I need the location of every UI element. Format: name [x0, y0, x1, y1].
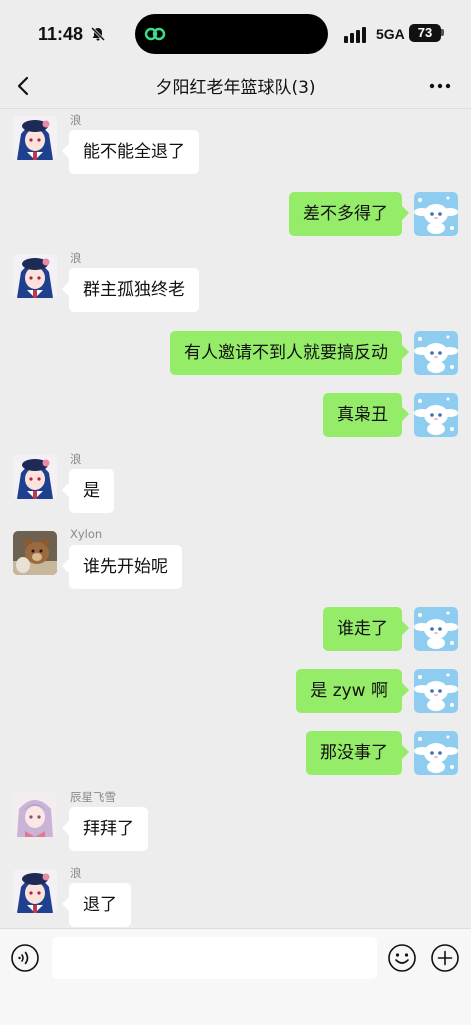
status-time: 11:48	[38, 24, 84, 44]
avatar[interactable]	[13, 531, 57, 575]
message-bubble[interactable]: 真枭丑	[323, 393, 402, 437]
sender-name: Xylon	[70, 527, 103, 541]
signal-icon	[344, 27, 366, 43]
message-bubble[interactable]: 谁先开始呢	[69, 545, 182, 589]
dynamic-island	[135, 14, 328, 54]
message-bubble[interactable]: 是	[69, 469, 114, 513]
avatar[interactable]	[414, 331, 458, 375]
sender-name: 浪	[70, 251, 82, 265]
plus-icon[interactable]	[430, 943, 460, 973]
message-bubble[interactable]: 那没事了	[306, 731, 402, 775]
sender-name: 浪	[70, 866, 82, 880]
message-bubble[interactable]: 差不多得了	[289, 192, 402, 236]
avatar[interactable]	[414, 192, 458, 236]
link-icon	[144, 27, 166, 41]
chat-header: 夕阳红老年篮球队(3)	[0, 66, 471, 109]
message-bubble[interactable]: 有人邀请不到人就要搞反动	[170, 331, 402, 375]
avatar[interactable]	[414, 669, 458, 713]
voice-icon[interactable]	[10, 943, 40, 973]
sender-name: 浪	[70, 452, 82, 466]
emoji-icon[interactable]	[387, 943, 417, 973]
avatar[interactable]	[13, 869, 57, 913]
message-bubble[interactable]: 是 zyw 啊	[296, 669, 402, 713]
avatar[interactable]	[414, 731, 458, 775]
avatar[interactable]	[414, 607, 458, 651]
status-bar: 11:48 5GA 73	[0, 0, 471, 66]
bell-slash-icon	[90, 26, 106, 42]
message-bubble[interactable]: 群主孤独终老	[69, 268, 199, 312]
battery-indicator: 73	[409, 24, 441, 42]
avatar[interactable]	[13, 116, 57, 160]
sender-name: 辰星飞雪	[70, 790, 116, 804]
sender-name: 浪	[70, 113, 82, 127]
avatar[interactable]	[13, 793, 57, 837]
network-label: 5GA	[376, 26, 405, 42]
avatar[interactable]	[13, 254, 57, 298]
message-bubble[interactable]: 拜拜了	[69, 807, 148, 851]
message-bubble[interactable]: 退了	[69, 883, 131, 927]
avatar[interactable]	[13, 455, 57, 499]
more-icon[interactable]	[429, 79, 451, 93]
message-input[interactable]	[52, 937, 377, 979]
chat-title: 夕阳红老年篮球队(3)	[155, 78, 316, 98]
chat-input-bar	[0, 928, 471, 1025]
message-bubble[interactable]: 谁走了	[323, 607, 402, 651]
message-bubble[interactable]: 能不能全退了	[69, 130, 199, 174]
battery-cap	[441, 29, 444, 36]
avatar[interactable]	[414, 393, 458, 437]
